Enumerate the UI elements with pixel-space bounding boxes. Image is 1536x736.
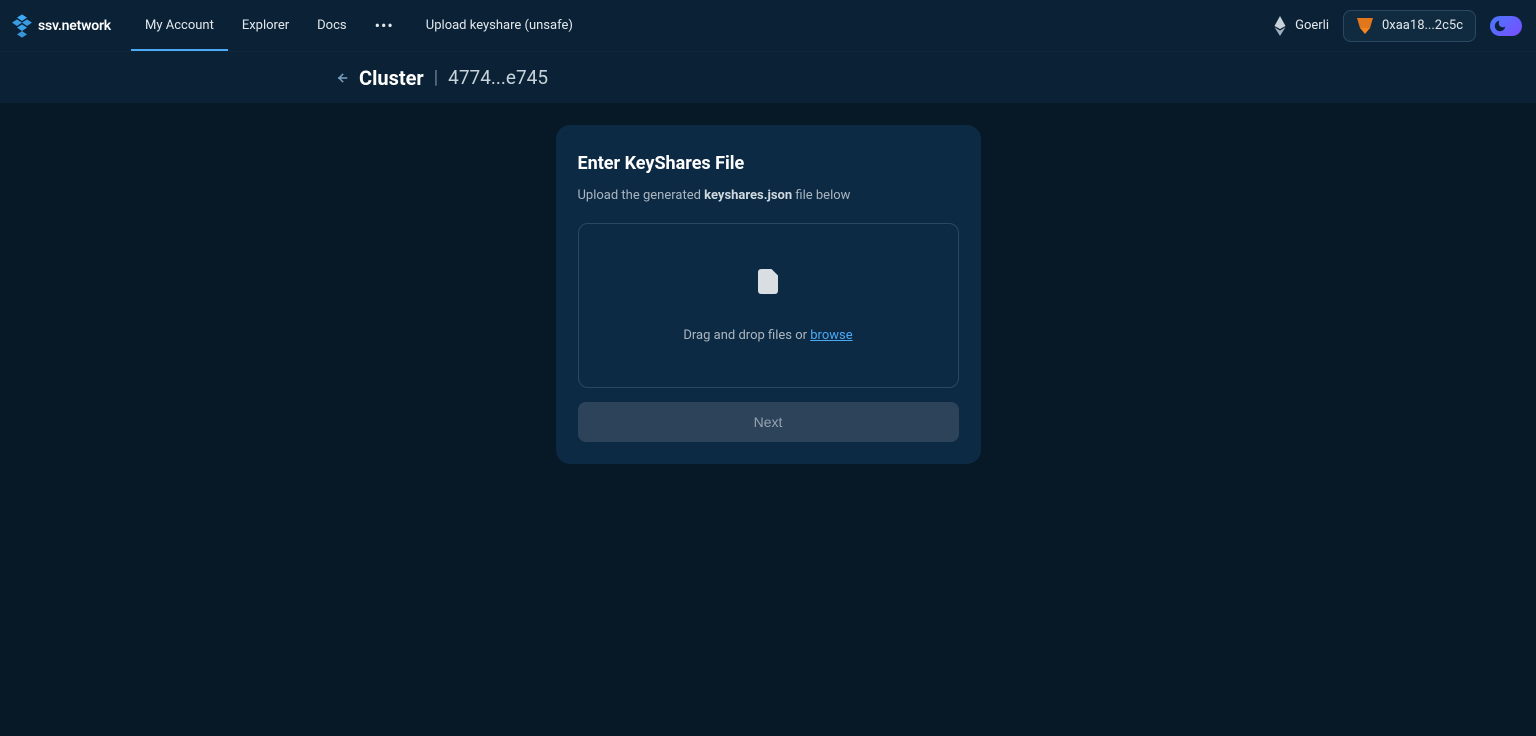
nav-more-icon[interactable]: ••• [361,16,408,35]
card-sub-prefix: Upload the generated [578,188,705,203]
nav-links: My Account Explorer Docs ••• Upload keys… [131,0,591,51]
card-sub-bold: keyshares.json [704,188,792,203]
next-button[interactable]: Next [578,402,959,442]
cluster-label: Cluster [359,66,424,90]
network-indicator[interactable]: Goerli [1273,16,1329,36]
metamask-icon [1356,17,1374,35]
topbar-right: Goerli 0xaa18...2c5c [1273,10,1522,42]
back-arrow-icon[interactable] [335,71,349,85]
wallet-address: 0xaa18...2c5c [1382,18,1463,33]
card-subtitle: Upload the generated keyshares.json file… [578,188,959,203]
drop-prefix: Drag and drop files or [683,328,810,343]
brand-logo[interactable]: ssv.network [12,14,111,38]
nav-explorer[interactable]: Explorer [228,0,303,51]
theme-toggle[interactable] [1490,16,1522,36]
ethereum-icon [1273,16,1287,36]
ssv-logo-icon [12,14,32,38]
file-dropzone[interactable]: Drag and drop files or browse [578,223,959,388]
main-area: Enter KeyShares File Upload the generate… [0,103,1536,464]
top-nav: ssv.network My Account Explorer Docs •••… [0,0,1536,51]
nav-upload-keyshare[interactable]: Upload keyshare (unsafe) [408,18,591,33]
moon-icon [1493,19,1507,33]
network-name: Goerli [1295,18,1329,33]
sub-header: Cluster | 4774...e745 [0,51,1536,103]
cluster-separator: | [434,67,438,88]
drop-text: Drag and drop files or browse [683,328,852,343]
nav-my-account[interactable]: My Account [131,0,228,51]
wallet-button[interactable]: 0xaa18...2c5c [1343,10,1476,42]
nav-docs[interactable]: Docs [303,0,360,51]
cluster-id: 4774...e745 [448,66,548,89]
card-title: Enter KeyShares File [578,153,959,174]
file-icon [758,269,778,294]
brand-name: ssv.network [38,18,111,34]
card-sub-suffix: file below [792,188,850,203]
keyshares-card: Enter KeyShares File Upload the generate… [556,125,981,464]
browse-link[interactable]: browse [810,328,852,343]
